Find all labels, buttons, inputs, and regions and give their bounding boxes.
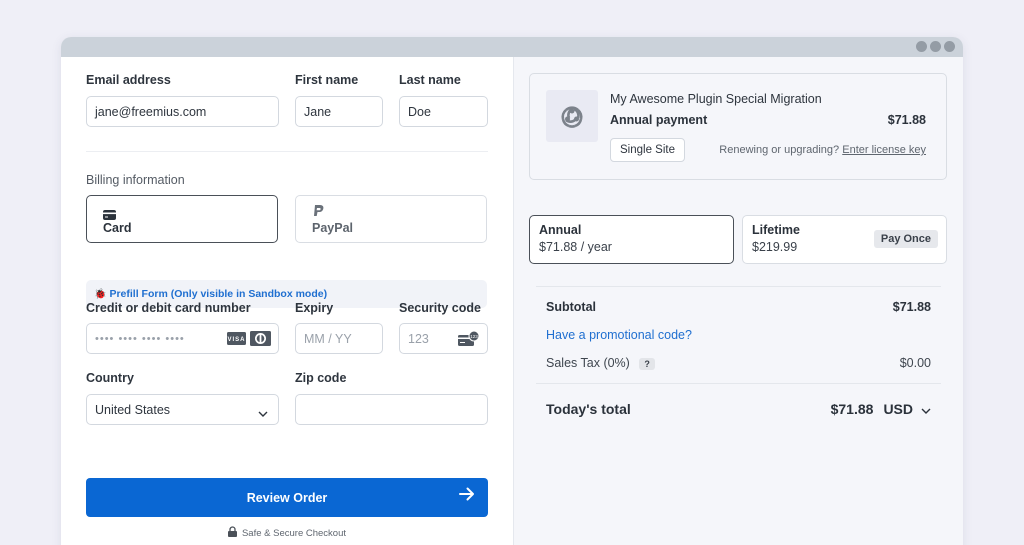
billing-cycle-lifetime[interactable]: Lifetime $219.99 Pay Once	[742, 215, 947, 264]
help-icon[interactable]: ?	[639, 358, 655, 370]
last-name-field[interactable]: Doe	[399, 96, 488, 127]
card-number-label: Credit or debit card number	[86, 301, 251, 315]
plugin-logo-icon	[546, 90, 598, 142]
divider	[86, 151, 488, 152]
cycle-name: Annual	[539, 223, 582, 237]
first-name-label: First name	[295, 73, 359, 87]
review-order-button[interactable]: Review Order	[86, 478, 488, 517]
svg-text:123: 123	[470, 334, 478, 339]
security-code-placeholder: 123	[408, 331, 429, 346]
currency-select[interactable]: USD	[883, 401, 931, 417]
security-code-label: Security code	[399, 301, 481, 315]
product-card: My Awesome Plugin Special Migration Annu…	[529, 73, 947, 180]
pay-once-badge: Pay Once	[873, 230, 938, 248]
last-name-label: Last name	[399, 73, 461, 87]
card-number-placeholder: •••• •••• •••• ••••	[95, 332, 185, 345]
arrow-right-icon	[459, 487, 475, 504]
chevron-down-icon	[921, 401, 931, 417]
window-dot[interactable]	[916, 41, 927, 52]
expiry-field[interactable]: MM / YY	[295, 323, 383, 354]
window-controls	[916, 41, 955, 52]
license-quantity-button[interactable]: Single Site	[610, 138, 685, 162]
country-label: Country	[86, 371, 134, 385]
diners-club-icon	[250, 331, 271, 349]
subtotal-value: $71.88	[892, 300, 931, 314]
billing-cycle-annual[interactable]: Annual $71.88 / year	[529, 215, 734, 264]
billing-plan: Annual payment	[610, 113, 708, 127]
visa-icon: VISA	[227, 332, 246, 348]
payment-method-card[interactable]: Card	[86, 195, 278, 243]
plan-price: $71.88	[887, 113, 926, 127]
currency-label: USD	[883, 401, 913, 417]
payment-method-label: PayPal	[312, 221, 354, 235]
total-value: $71.88	[830, 401, 874, 417]
bug-icon: 🐞	[94, 288, 107, 300]
renew-text: Renewing or upgrading? Enter license key	[719, 144, 926, 156]
window-dot[interactable]	[944, 41, 955, 52]
secure-checkout: Safe & Secure Checkout	[61, 526, 513, 540]
tax-row: Sales Tax (0%) ? $0.00	[546, 356, 931, 370]
card-number-field[interactable]: •••• •••• •••• •••• VISA	[86, 323, 279, 354]
window-titlebar	[61, 37, 963, 57]
lock-icon	[227, 526, 237, 540]
tax-value: $0.00	[899, 356, 931, 370]
chevron-down-icon	[258, 406, 268, 420]
first-name-field[interactable]: Jane	[295, 96, 383, 127]
window-dot[interactable]	[930, 41, 941, 52]
email-label: Email address	[86, 73, 171, 87]
svg-text:VISA: VISA	[227, 337, 245, 343]
order-summary: My Awesome Plugin Special Migration Annu…	[513, 57, 963, 545]
browser-window: Email address jane@freemius.com First na…	[61, 37, 963, 545]
tax-label: Sales Tax (0%)	[546, 356, 630, 370]
secure-checkout-label: Safe & Secure Checkout	[241, 527, 347, 539]
checkout-form: Email address jane@freemius.com First na…	[61, 57, 513, 545]
security-code-field[interactable]: 123 123	[399, 323, 488, 354]
country-value: United States	[95, 402, 171, 417]
enter-license-key-link[interactable]: Enter license key	[842, 144, 926, 156]
subtotal-row: Subtotal $71.88	[546, 300, 931, 314]
payment-method-paypal[interactable]: PayPal	[295, 195, 487, 243]
zip-label: Zip code	[295, 371, 347, 385]
billing-info-label: Billing information	[86, 173, 185, 187]
total-label: Today's total	[546, 401, 631, 417]
prefill-label: Prefill Form (Only visible in Sandbox mo…	[109, 288, 328, 300]
promo-code-link[interactable]: Have a promotional code?	[546, 328, 692, 342]
divider	[536, 286, 941, 287]
review-order-label: Review Order	[246, 490, 328, 505]
cycle-price: $71.88 / year	[539, 240, 612, 254]
zip-field[interactable]	[295, 394, 488, 425]
renew-label: Renewing or upgrading?	[719, 144, 840, 156]
total-row: Today's total $71.88 USD	[546, 401, 931, 417]
country-select[interactable]: United States	[86, 394, 279, 425]
expiry-label: Expiry	[295, 301, 334, 315]
divider	[536, 383, 941, 384]
email-field[interactable]: jane@freemius.com	[86, 96, 279, 127]
cvc-card-icon: 123	[458, 330, 480, 350]
subtotal-label: Subtotal	[546, 300, 596, 314]
product-name: My Awesome Plugin Special Migration	[610, 92, 822, 106]
payment-method-label: Card	[103, 221, 132, 235]
